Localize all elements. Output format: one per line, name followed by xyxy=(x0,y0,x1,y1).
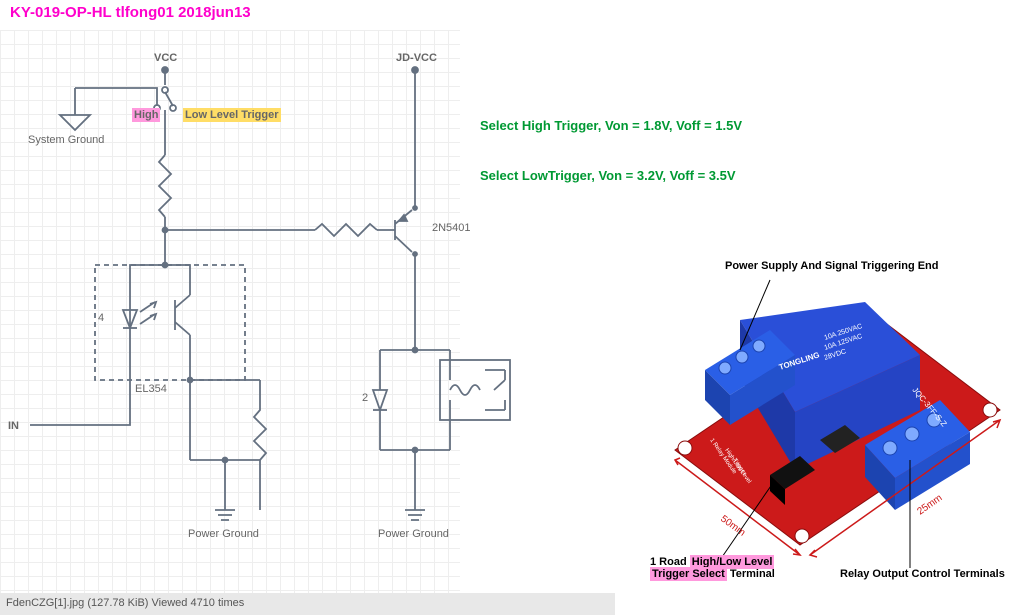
label-vcc: VCC xyxy=(154,52,177,64)
label-high: High xyxy=(132,108,160,122)
product-photo: Power Supply And Signal Triggering End xyxy=(620,260,1020,590)
info-high-trigger: Select High Trigger, Von = 1.8V, Voff = … xyxy=(480,118,742,133)
page-title: KY-019-OP-HL tlfong01 2018jun13 xyxy=(10,4,251,21)
label-jdvcc: JD-VCC xyxy=(396,52,437,64)
label-in: IN xyxy=(8,420,19,432)
photo-footer-left-2: Trigger Select xyxy=(650,567,727,581)
label-opto: EL354 xyxy=(135,383,167,395)
photo-footer-right: Relay Output Control Terminals xyxy=(840,568,1005,580)
file-info-footer: FdenCZG[1].jpg (127.78 KiB) Viewed 4710 … xyxy=(0,593,615,615)
label-power-ground-2: Power Ground xyxy=(378,528,449,540)
info-low-trigger: Select LowTrigger, Von = 3.2V, Voff = 3.… xyxy=(480,168,736,183)
label-power-ground-1: Power Ground xyxy=(188,528,259,540)
label-low-level-trigger: Low Level Trigger xyxy=(183,108,281,122)
svg-text:50mm: 50mm xyxy=(718,514,747,539)
svg-text:25mm: 25mm xyxy=(915,493,944,518)
label-system-ground: System Ground xyxy=(28,134,104,146)
photo-footer-left-3: Terminal xyxy=(730,568,775,580)
schematic-diagram: VCC JD-VCC System Ground High Low Level … xyxy=(0,30,560,595)
label-pin2: 2 xyxy=(362,392,368,404)
label-transistor: 2N5401 xyxy=(432,222,471,234)
label-pin4: 4 xyxy=(98,312,104,324)
